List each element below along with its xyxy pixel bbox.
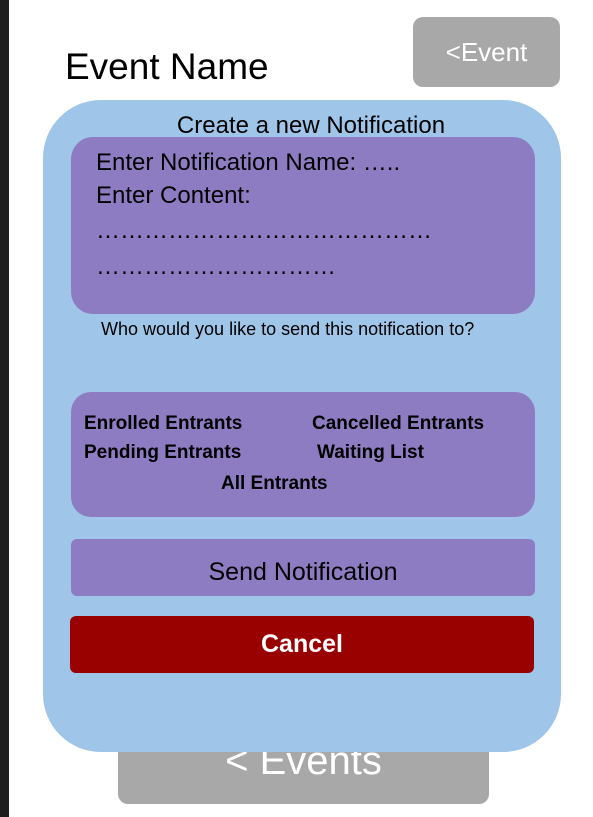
recipient-enrolled-entrants[interactable]: Enrolled Entrants bbox=[84, 412, 242, 436]
back-to-event-button[interactable]: <Event bbox=[413, 17, 560, 87]
send-notification-button[interactable]: Send Notification bbox=[71, 539, 535, 596]
recipient-options: Enrolled Entrants Cancelled Entrants Pen… bbox=[71, 392, 535, 517]
notification-name-field[interactable]: Enter Notification Name: ….. bbox=[96, 149, 400, 177]
dialog-title: Create a new Notification bbox=[176, 112, 446, 139]
recipient-cancelled-entrants[interactable]: Cancelled Entrants bbox=[312, 412, 484, 436]
cancel-button[interactable]: Cancel bbox=[70, 616, 534, 673]
page-title: Event Name bbox=[65, 46, 269, 87]
recipient-pending-entrants[interactable]: Pending Entrants bbox=[84, 441, 241, 465]
content-field-line-1[interactable]: …………………………………… bbox=[96, 217, 432, 245]
recipient-waiting-list[interactable]: Waiting List bbox=[317, 441, 424, 465]
app-screen: <Event Event Name < Events Create a new … bbox=[9, 0, 593, 817]
content-field-line-2[interactable]: ………………………… bbox=[96, 253, 336, 281]
notification-form: Enter Notification Name: ….. Enter Conte… bbox=[71, 137, 535, 314]
recipient-question: Who would you like to send this notifica… bbox=[101, 319, 475, 339]
create-notification-dialog: Create a new Notification Enter Notifica… bbox=[43, 100, 561, 752]
recipient-all-entrants[interactable]: All Entrants bbox=[221, 472, 328, 496]
content-label: Enter Content: bbox=[96, 182, 251, 209]
